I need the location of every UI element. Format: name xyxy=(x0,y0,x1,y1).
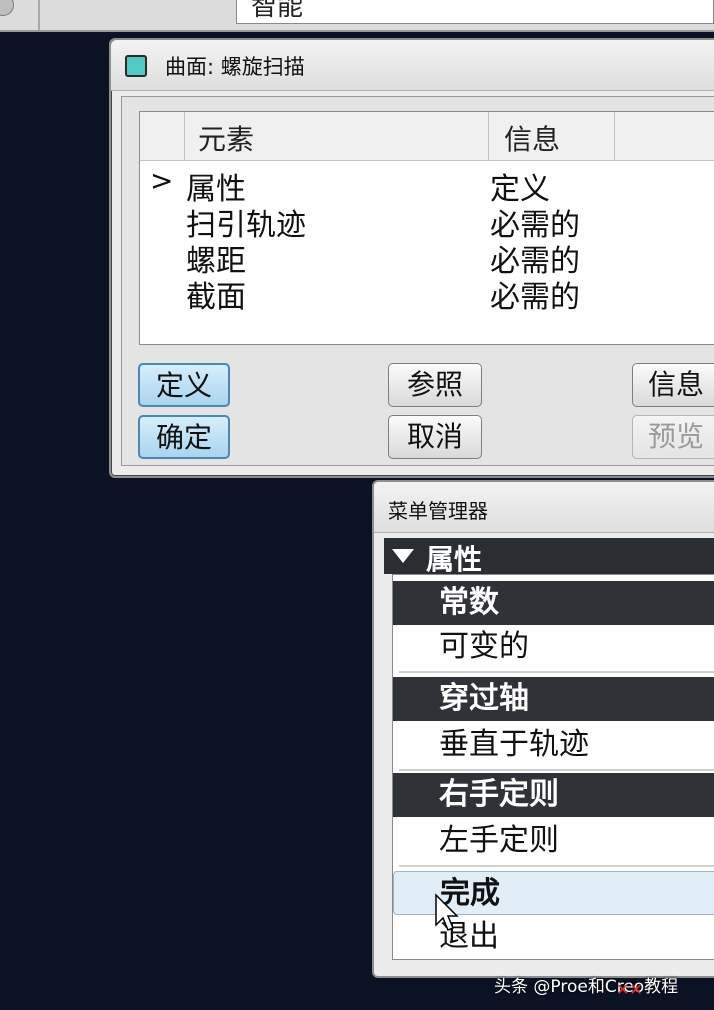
table-header: 元素 信息 xyxy=(140,112,714,161)
header-divider xyxy=(614,112,615,160)
smart-filter-field[interactable]: 智能 xyxy=(236,0,714,24)
menu-manager-title: 菜单管理器 xyxy=(388,499,488,523)
menu-manager-titlebar[interactable]: 菜单管理器 xyxy=(374,482,714,533)
menu-manager-dialog: 菜单管理器 属性 常数 可变的 穿过轴 垂直于轨迹 右手定则 左手定则 完成 退… xyxy=(372,480,714,978)
define-button[interactable]: 定义 xyxy=(138,363,230,407)
ok-button[interactable]: 确定 xyxy=(138,415,230,459)
row-element-name: 截面 xyxy=(186,280,246,315)
mouse-pointer-icon xyxy=(435,893,459,931)
current-row-marker: > xyxy=(150,164,174,197)
menu-item-constant[interactable]: 常数 xyxy=(393,581,714,625)
collapse-triangle-icon xyxy=(392,549,414,563)
cancel-button[interactable]: 取消 xyxy=(388,415,482,459)
column-header-info[interactable]: 信息 xyxy=(504,118,560,158)
tool-icon[interactable] xyxy=(0,0,14,16)
menu-item-through-axis[interactable]: 穿过轴 xyxy=(393,677,714,721)
table-row[interactable]: > 属性 定义 xyxy=(140,164,714,207)
menu-section-header[interactable]: 属性 xyxy=(384,538,714,576)
dialog-title: 曲面: 螺旋扫描 xyxy=(165,55,305,79)
menu-item-normal-to-trajectory[interactable]: 垂直于轨迹 xyxy=(393,723,714,767)
helical-sweep-dialog: 曲面: 螺旋扫描 元素 信息 > 属性 定义 扫引轨迹 必需的 螺距 必需的 截… xyxy=(109,38,714,478)
table-row[interactable]: 截面 必需的 xyxy=(140,272,714,315)
row-element-info: 必需的 xyxy=(490,280,580,315)
header-divider xyxy=(184,112,185,160)
close-x-icon: ✕✕ xyxy=(616,980,643,999)
menu-item-left-handed[interactable]: 左手定则 xyxy=(393,819,714,863)
watermark: 头条 @Proe和Creo教程 xyxy=(494,977,679,997)
dialog-titlebar[interactable]: 曲面: 螺旋扫描 xyxy=(111,40,714,91)
menu-item-variable[interactable]: 可变的 xyxy=(393,625,714,669)
info-button[interactable]: 信息 xyxy=(632,363,714,407)
references-button[interactable]: 参照 xyxy=(388,363,482,407)
top-toolbar: 智能 xyxy=(0,0,714,32)
app-window-icon xyxy=(125,55,147,77)
menu-separator xyxy=(399,865,714,867)
element-table: 元素 信息 > 属性 定义 扫引轨迹 必需的 螺距 必需的 截面 必需的 xyxy=(139,111,714,345)
toolbar-divider xyxy=(38,0,40,30)
menu-item-right-handed[interactable]: 右手定则 xyxy=(393,773,714,817)
dialog-body: 元素 信息 > 属性 定义 扫引轨迹 必需的 螺距 必需的 截面 必需的 定义 … xyxy=(121,96,714,466)
header-divider xyxy=(488,112,489,160)
menu-section-label: 属性 xyxy=(426,543,483,576)
column-header-element[interactable]: 元素 xyxy=(198,118,254,158)
preview-button[interactable]: 预览 xyxy=(632,415,714,459)
menu-separator xyxy=(399,671,714,673)
menu-separator xyxy=(399,769,714,771)
table-row[interactable]: 螺距 必需的 xyxy=(140,236,714,279)
table-row[interactable]: 扫引轨迹 必需的 xyxy=(140,200,714,243)
